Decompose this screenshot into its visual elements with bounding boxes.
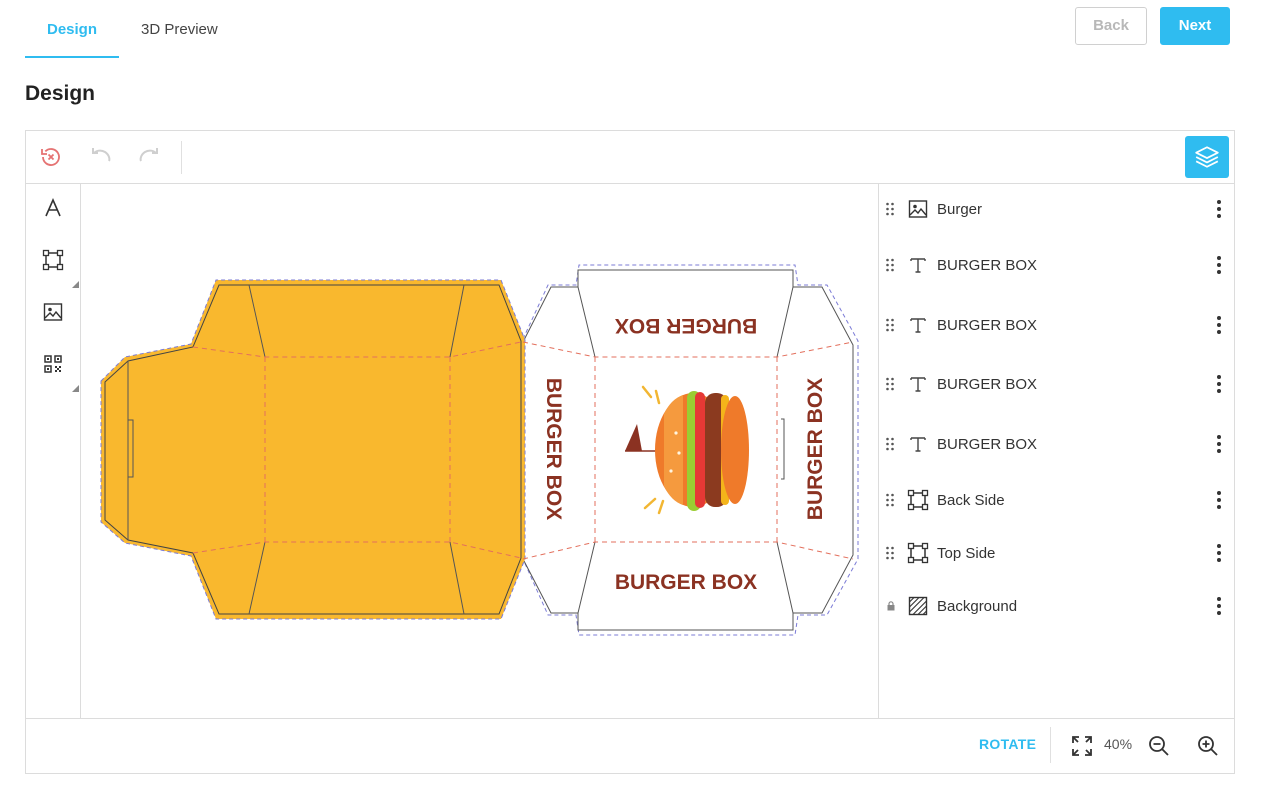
text-icon xyxy=(907,314,929,336)
shape-tool-icon[interactable] xyxy=(40,247,66,273)
qr-code-tool-icon[interactable] xyxy=(40,351,66,377)
more-options-icon[interactable] xyxy=(1216,200,1222,218)
tool-flyout-indicator xyxy=(72,281,79,288)
fullscreen-icon[interactable] xyxy=(1070,734,1094,758)
layer-name: Top Side xyxy=(937,544,996,562)
canvas-bottom-bar: ROTATE 40% xyxy=(26,718,1234,773)
drag-handle-icon[interactable] xyxy=(885,493,895,507)
image-icon xyxy=(907,198,929,220)
text-icon xyxy=(907,254,929,276)
tab-3d-preview[interactable]: 3D Preview xyxy=(119,0,240,58)
design-canvas[interactable]: BURGER BOX BURGER BOX BURGER BOX BURGER … xyxy=(81,183,878,719)
layer-name: BURGER BOX xyxy=(937,435,1038,453)
layer-item[interactable]: Burger xyxy=(879,194,1234,224)
design-editor: BURGER BOX BURGER BOX BURGER BOX BURGER … xyxy=(25,130,1235,774)
box-label-bottom[interactable]: BURGER BOX xyxy=(615,571,757,594)
layer-name: Back Side xyxy=(937,491,1005,509)
more-options-icon[interactable] xyxy=(1216,256,1222,274)
tool-flyout-indicator xyxy=(72,385,79,392)
image-tool-icon[interactable] xyxy=(40,299,66,325)
more-options-icon[interactable] xyxy=(1216,316,1222,334)
zoom-level: 40% xyxy=(1104,736,1133,752)
tab-bar: Design 3D Preview xyxy=(25,0,240,60)
drag-handle-icon[interactable] xyxy=(885,437,895,451)
layer-item[interactable]: BURGER BOX xyxy=(879,250,1234,280)
zoom-out-icon[interactable] xyxy=(1147,734,1171,758)
back-button[interactable]: Back xyxy=(1075,7,1147,45)
more-options-icon[interactable] xyxy=(1216,375,1222,393)
layers-panel: Burger BURGER BOX BURGER BOX BURGER BOX … xyxy=(878,183,1234,719)
drag-handle-icon[interactable] xyxy=(885,258,895,272)
next-button[interactable]: Next xyxy=(1160,7,1230,45)
layer-name: BURGER BOX xyxy=(937,316,1038,334)
text-icon xyxy=(907,373,929,395)
layers-toggle-button[interactable] xyxy=(1185,136,1229,178)
box-label-right[interactable]: BURGER BOX xyxy=(804,378,827,520)
drag-handle-icon[interactable] xyxy=(885,318,895,332)
layer-item[interactable]: BURGER BOX xyxy=(879,310,1234,340)
undo-icon[interactable] xyxy=(88,144,114,170)
box-label-top[interactable]: BURGER BOX xyxy=(615,314,757,337)
box-dieline: BURGER BOX BURGER BOX BURGER BOX BURGER … xyxy=(100,264,859,636)
layer-item[interactable]: Background xyxy=(879,591,1234,621)
layer-item[interactable]: Top Side xyxy=(879,538,1234,568)
layer-name: Burger xyxy=(937,200,983,218)
layer-item[interactable]: BURGER BOX xyxy=(879,429,1234,459)
drag-handle-icon[interactable] xyxy=(885,377,895,391)
bleed-outline-left xyxy=(100,279,526,620)
layer-name: Background xyxy=(937,597,1018,615)
layer-name: BURGER BOX xyxy=(937,375,1038,393)
background-icon xyxy=(907,595,929,617)
more-options-icon[interactable] xyxy=(1216,435,1222,453)
more-options-icon[interactable] xyxy=(1216,544,1222,562)
page-title: Design xyxy=(25,82,96,105)
bottom-bar-divider xyxy=(1050,727,1051,763)
layers-icon xyxy=(1195,146,1219,168)
layer-item[interactable]: BURGER BOX xyxy=(879,369,1234,399)
zoom-in-icon[interactable] xyxy=(1196,734,1220,758)
more-options-icon[interactable] xyxy=(1216,491,1222,509)
drag-handle-icon[interactable] xyxy=(885,546,895,560)
text-tool-icon[interactable] xyxy=(40,195,66,221)
more-options-icon[interactable] xyxy=(1216,597,1222,615)
shape-icon xyxy=(907,542,929,564)
tool-sidebar xyxy=(26,183,81,719)
toolbar-divider xyxy=(181,141,182,174)
drag-handle-icon[interactable] xyxy=(885,202,895,216)
shape-icon xyxy=(907,489,929,511)
reset-icon[interactable] xyxy=(38,144,64,170)
box-label-left[interactable]: BURGER BOX xyxy=(542,378,565,520)
layer-name: BURGER BOX xyxy=(937,256,1038,274)
tab-design[interactable]: Design xyxy=(25,0,120,58)
layer-item[interactable]: Back Side xyxy=(879,485,1234,515)
lock-icon xyxy=(887,601,895,611)
editor-toolbar xyxy=(26,131,1234,184)
rotate-button[interactable]: ROTATE xyxy=(979,736,1036,752)
text-icon xyxy=(907,433,929,455)
redo-icon[interactable] xyxy=(136,144,162,170)
